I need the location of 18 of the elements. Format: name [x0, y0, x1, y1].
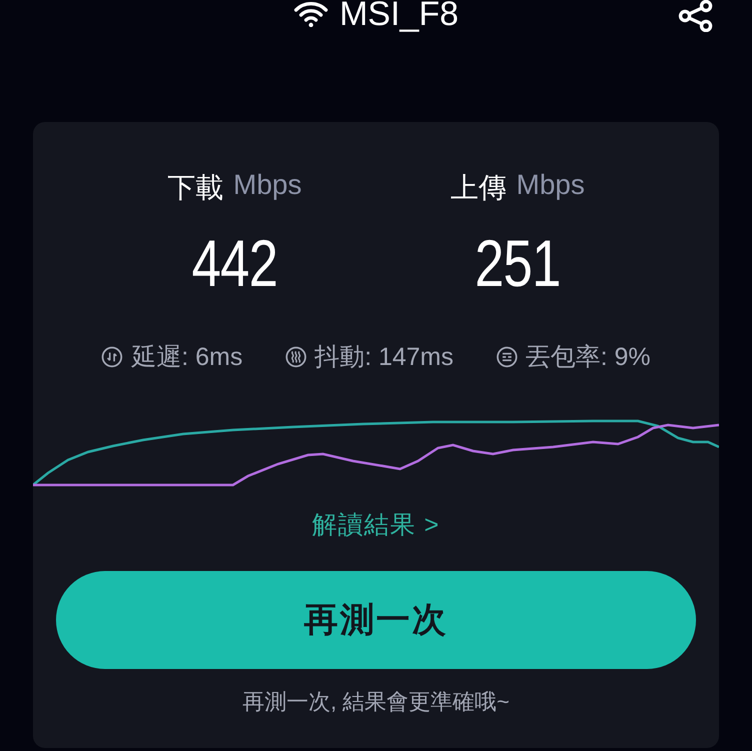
wifi-icon — [293, 1, 330, 27]
stat-text: 延遲: 6ms — [131, 342, 243, 373]
retest-hint: 再測一次, 結果會更準確哦~ — [242, 688, 510, 716]
wave-icon — [284, 346, 307, 368]
share-icon[interactable] — [678, 0, 714, 32]
latency-icon — [101, 346, 124, 368]
stat-text: 丟包率: 9% — [526, 342, 651, 373]
metric-label: 下載 — [167, 171, 224, 205]
metric-label: 上傳 — [450, 171, 506, 205]
interpret-results-link[interactable]: 解讀結果 > — [312, 508, 440, 541]
retest-button[interactable]: 再測一次 — [56, 571, 696, 669]
speed-value: 442 — [192, 225, 278, 301]
network-name: MSI_F8 — [339, 0, 459, 35]
speed-value: 251 — [474, 225, 560, 301]
list-icon — [496, 346, 518, 368]
unit-label: Mbps — [233, 169, 302, 202]
stat-text: 抖動: 147ms — [314, 342, 454, 373]
unit-label: Mbps — [516, 169, 585, 202]
